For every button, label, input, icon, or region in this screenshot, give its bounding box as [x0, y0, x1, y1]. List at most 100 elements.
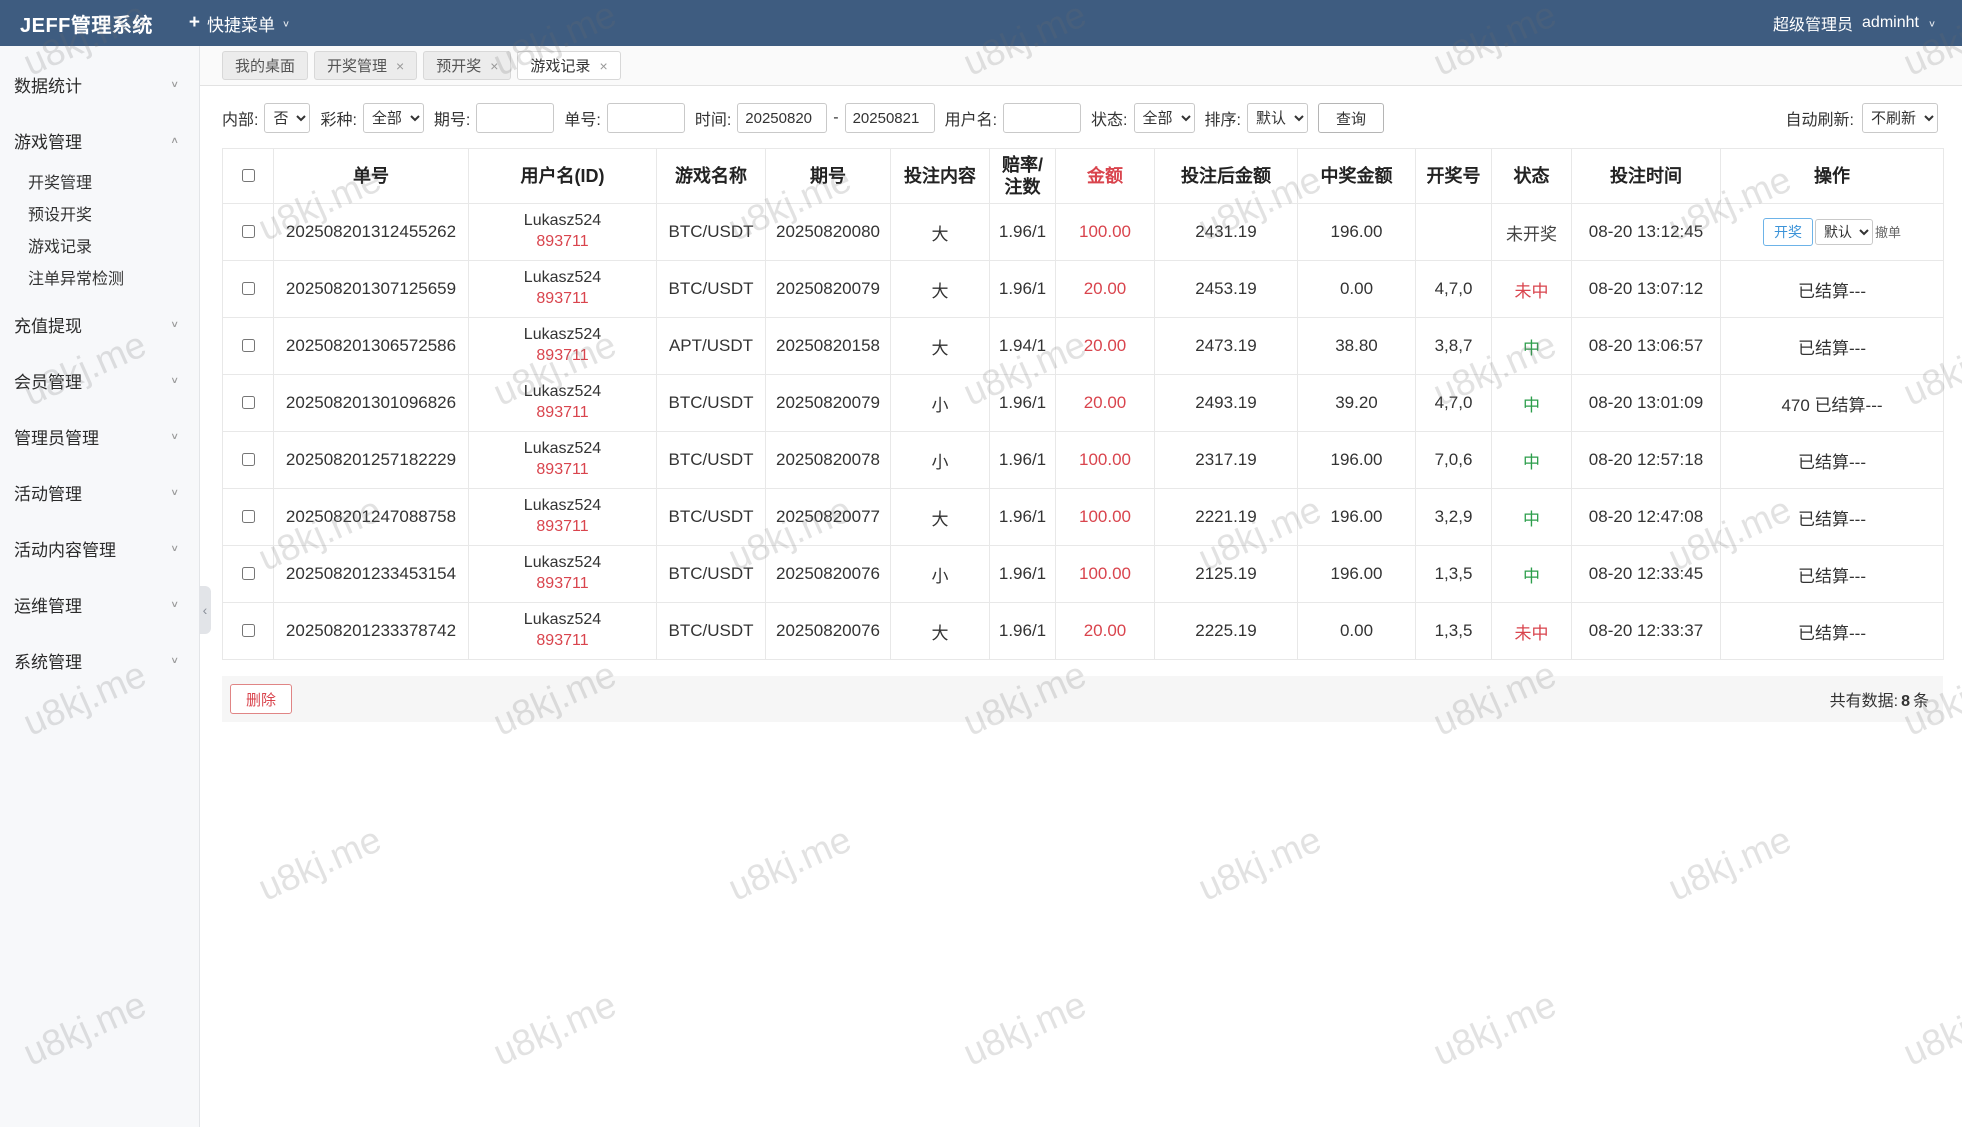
- sidebar-subitem[interactable]: 开奖管理: [0, 168, 199, 200]
- sidebar-subitem[interactable]: 游戏记录: [0, 232, 199, 264]
- game-name-cell: BTC/USDT: [656, 260, 766, 318]
- sidebar-item[interactable]: 系统管理 ∨: [0, 632, 199, 688]
- close-icon[interactable]: ×: [599, 59, 607, 73]
- user-menu[interactable]: 超级管理员 adminht ∨: [1773, 11, 1936, 35]
- status-cell: 未开奖: [1491, 203, 1572, 261]
- order-filter-label: 单号:: [564, 112, 601, 129]
- sidebar-submenu: 开奖管理 预设开奖 游戏记录 注单异常检测: [0, 168, 199, 296]
- bet-content-cell: 大: [890, 488, 990, 546]
- draw-number-cell: 7,0,6: [1415, 431, 1492, 489]
- row-checkbox[interactable]: [242, 224, 255, 238]
- tab[interactable]: 游戏记录 ×: [517, 51, 621, 80]
- time-separator: -: [833, 109, 839, 126]
- status-cell: 中: [1491, 545, 1572, 603]
- checkbox-cell: [222, 431, 274, 489]
- checkbox-cell: [222, 488, 274, 546]
- sidebar-collapse-handle[interactable]: ‹: [199, 586, 211, 634]
- row-checkbox[interactable]: [242, 566, 255, 580]
- table-row: 202508201312455262 Lukasz524 893711 BTC/USD…: [222, 203, 1944, 261]
- sidebar-item[interactable]: 运维管理 ∨: [0, 576, 199, 632]
- game-name-cell: BTC/USDT: [656, 488, 766, 546]
- after-amount-cell: 2125.19: [1154, 545, 1298, 603]
- checkbox-cell: [222, 260, 274, 318]
- order-no-cell: 202508201247088758: [273, 488, 469, 546]
- username-input[interactable]: [1003, 103, 1082, 133]
- sidebar-item[interactable]: 活动管理 ∨: [0, 464, 199, 520]
- action-cell: 已结算---: [1720, 545, 1944, 603]
- username-text: Lukasz524: [523, 269, 602, 287]
- draw-number-cell: 1,3,5: [1415, 602, 1492, 660]
- action-select[interactable]: 默认: [1814, 219, 1873, 245]
- after-amount-cell: 2317.19: [1154, 431, 1298, 489]
- bet-content-cell: 大: [890, 317, 990, 375]
- sidebar-item[interactable]: 管理员管理 ∨: [0, 408, 199, 464]
- close-icon[interactable]: ×: [490, 59, 498, 73]
- auto-refresh-select[interactable]: 不刷新: [1862, 103, 1938, 133]
- username-text: Lukasz524: [523, 440, 602, 458]
- bet-time-cell: 08-20 12:47:08: [1571, 488, 1721, 546]
- sidebar-item[interactable]: 充值提现 ∨: [0, 296, 199, 352]
- row-checkbox[interactable]: [242, 452, 255, 466]
- sidebar-subitem[interactable]: 注单异常检测: [0, 264, 199, 296]
- sidebar-item-label: 管理员管理: [14, 428, 99, 448]
- row-checkbox[interactable]: [242, 509, 255, 523]
- sidebar-item[interactable]: 活动内容管理 ∨: [0, 520, 199, 576]
- issue-cell: 20250820079: [765, 374, 891, 432]
- sidebar-item[interactable]: 数据统计 ∨: [0, 56, 199, 112]
- user-id-text: 893711: [536, 575, 589, 592]
- quick-menu-button[interactable]: + 快捷菜单 ∨: [189, 11, 290, 36]
- topbar: JEFF管理系统 + 快捷菜单 ∨ 超级管理员 adminht ∨: [0, 0, 1962, 46]
- status-select[interactable]: 全部: [1133, 103, 1195, 133]
- chevron-down-icon: ∨: [170, 598, 179, 610]
- tab-label: 我的桌面: [235, 58, 296, 75]
- chevron-down-icon: ∨: [170, 374, 179, 386]
- odds-cell: 1.94/1: [989, 317, 1056, 375]
- sidebar-item[interactable]: 会员管理 ∨: [0, 352, 199, 408]
- sidebar-subitem[interactable]: 预设开奖: [0, 200, 199, 232]
- row-checkbox[interactable]: [242, 623, 255, 637]
- column-header: 中奖金额: [1297, 148, 1416, 204]
- issue-cell: 20250820078: [765, 431, 891, 489]
- game-name-cell: APT/USDT: [656, 317, 766, 375]
- search-button[interactable]: 查询: [1317, 103, 1384, 133]
- bet-time-cell: 08-20 13:01:09: [1571, 374, 1721, 432]
- tab[interactable]: 预开奖 ×: [423, 51, 512, 80]
- sidebar-item-label: 活动内容管理: [14, 540, 116, 560]
- tab-label: 游戏记录: [530, 58, 591, 75]
- user-name: adminht: [1862, 14, 1919, 31]
- delete-button[interactable]: 删除: [230, 684, 293, 714]
- row-checkbox[interactable]: [242, 395, 255, 409]
- draw-number-cell: 3,8,7: [1415, 317, 1492, 375]
- chevron-down-icon: ∨: [170, 486, 179, 498]
- user-cell: Lukasz524 893711: [468, 545, 657, 603]
- sidebar-item[interactable]: 游戏管理 ∧: [0, 112, 199, 168]
- cancel-order-link[interactable]: 撤单: [1875, 225, 1901, 240]
- time-from-input[interactable]: [737, 103, 828, 133]
- username-filter-label: 用户名:: [944, 112, 998, 129]
- close-icon[interactable]: ×: [396, 59, 404, 73]
- internal-select[interactable]: 否: [264, 103, 311, 133]
- bet-time-cell: 08-20 12:33:45: [1571, 545, 1721, 603]
- sort-select[interactable]: 默认: [1246, 103, 1308, 133]
- chevron-down-icon: ∨: [282, 18, 291, 29]
- select-all-checkbox[interactable]: [242, 168, 255, 182]
- issue-input[interactable]: [476, 103, 555, 133]
- table-row: 202508201301096826 Lukasz524 893711 BTC/USD…: [222, 374, 1944, 432]
- draw-button[interactable]: 开奖: [1762, 218, 1813, 246]
- user-cell: Lukasz524 893711: [468, 602, 657, 660]
- status-cell: 未中: [1491, 602, 1572, 660]
- after-amount-cell: 2493.19: [1154, 374, 1298, 432]
- column-header: 期号: [765, 148, 891, 204]
- lottery-select[interactable]: 全部: [362, 103, 424, 133]
- time-to-input[interactable]: [844, 103, 935, 133]
- amount-cell: 20.00: [1055, 374, 1155, 432]
- row-checkbox[interactable]: [242, 281, 255, 295]
- tab[interactable]: 我的桌面: [222, 51, 309, 80]
- win-amount-cell: 39.20: [1297, 374, 1416, 432]
- user-cell: Lukasz524 893711: [468, 203, 657, 261]
- order-input[interactable]: [606, 103, 685, 133]
- after-amount-cell: 2453.19: [1154, 260, 1298, 318]
- tab[interactable]: 开奖管理 ×: [314, 51, 418, 80]
- column-header: 单号: [273, 148, 469, 204]
- row-checkbox[interactable]: [242, 338, 255, 352]
